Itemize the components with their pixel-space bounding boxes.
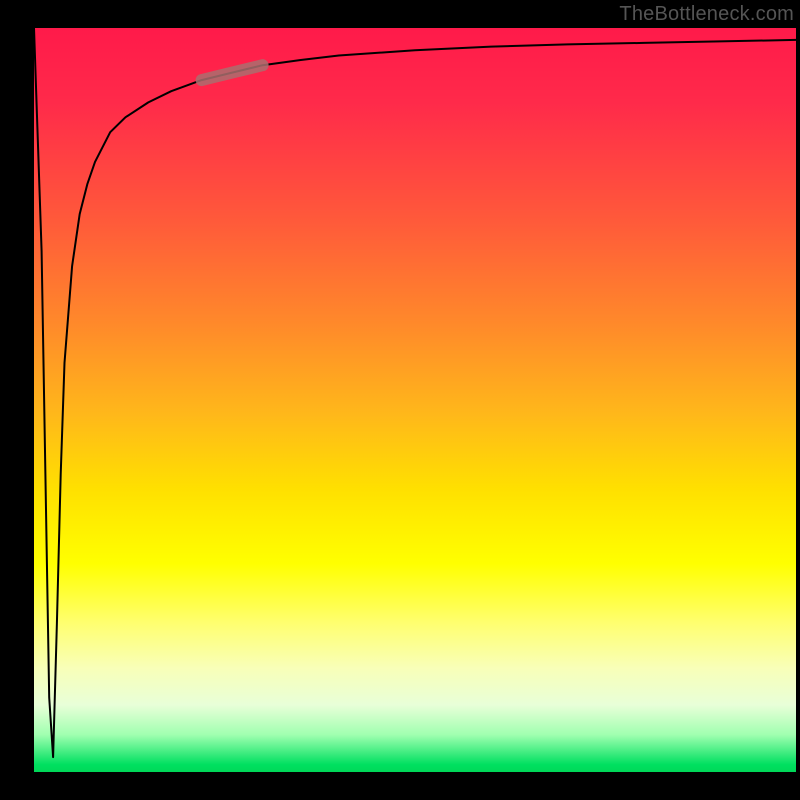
chart-highlight-segment	[202, 65, 263, 80]
watermark-text: TheBottleneck.com	[619, 3, 794, 26]
chart-curve-svg	[34, 28, 796, 772]
chart-plot-area	[34, 28, 796, 772]
chart-main-curve	[34, 28, 796, 757]
